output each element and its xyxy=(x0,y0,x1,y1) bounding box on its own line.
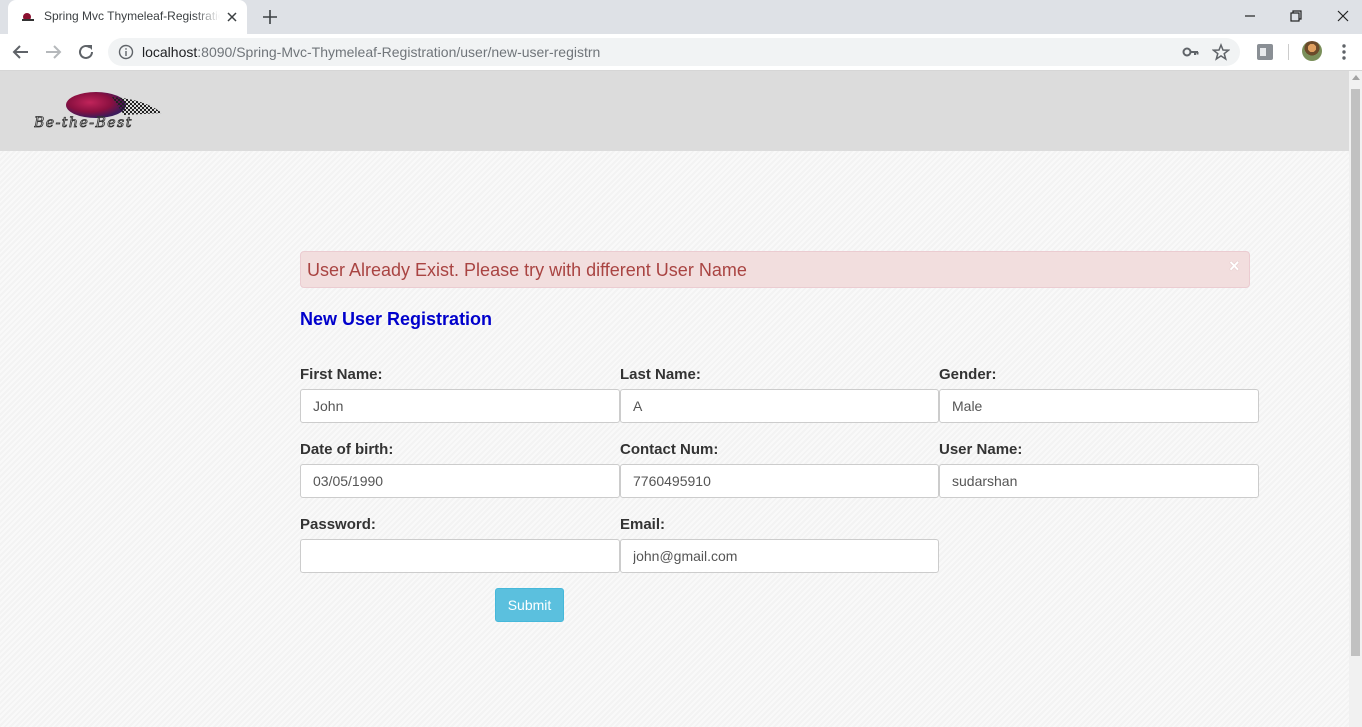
password-label: Password: xyxy=(300,516,376,533)
tab-close-icon[interactable] xyxy=(224,9,240,25)
last-name-input[interactable] xyxy=(620,389,939,423)
error-alert: User Already Exist. Please try with diff… xyxy=(300,251,1250,288)
restore-icon[interactable] xyxy=(1286,6,1306,26)
reload-icon[interactable] xyxy=(75,41,97,63)
bookmark-star-icon[interactable] xyxy=(1212,43,1230,61)
browser-toolbar: localhost:8090/Spring-Mvc-Thymeleaf-Regi… xyxy=(0,34,1362,71)
form-title: New User Registration xyxy=(300,309,493,329)
toolbar-separator xyxy=(1288,44,1289,60)
alert-close-icon[interactable]: × xyxy=(1229,257,1240,275)
logo-text: Be-the-Best xyxy=(34,115,133,131)
address-bar[interactable]: localhost:8090/Spring-Mvc-Thymeleaf-Regi… xyxy=(108,38,1240,66)
site-favicon-icon xyxy=(22,13,34,21)
first-name-label: First Name: xyxy=(300,366,383,383)
menu-kebab-icon[interactable] xyxy=(1336,43,1352,61)
dob-input[interactable] xyxy=(300,464,620,498)
new-tab-icon[interactable] xyxy=(260,7,280,27)
forward-icon[interactable] xyxy=(42,41,64,63)
first-name-input[interactable] xyxy=(300,389,620,423)
profile-avatar[interactable] xyxy=(1302,41,1322,61)
url-host: localhost xyxy=(142,44,198,60)
gender-label: Gender: xyxy=(939,366,997,383)
gender-input[interactable] xyxy=(939,389,1259,423)
submit-button[interactable]: Submit xyxy=(495,588,564,622)
extension-icon[interactable] xyxy=(1255,42,1275,62)
password-input[interactable] xyxy=(300,539,620,573)
close-window-icon[interactable] xyxy=(1333,6,1353,26)
scrollbar-thumb[interactable] xyxy=(1351,89,1360,656)
alert-message: User Already Exist. Please try with diff… xyxy=(307,260,747,280)
username-label: User Name: xyxy=(939,441,1023,458)
email-label: Email: xyxy=(620,516,666,533)
browser-tab[interactable]: Spring Mvc Thymeleaf-Registration xyxy=(8,0,247,34)
back-icon[interactable] xyxy=(10,41,32,63)
site-header: Be-the-Best xyxy=(0,71,1349,151)
minimize-icon[interactable] xyxy=(1240,6,1260,26)
site-logo[interactable]: Be-the-Best xyxy=(34,91,194,131)
scroll-up-icon[interactable] xyxy=(1352,75,1360,80)
site-info-icon[interactable] xyxy=(118,44,134,60)
last-name-label: Last Name: xyxy=(620,366,701,383)
tab-title: Spring Mvc Thymeleaf-Registration xyxy=(44,9,220,23)
url-path: :8090/Spring-Mvc-Thymeleaf-Registration/… xyxy=(197,44,601,60)
url-text[interactable]: localhost:8090/Spring-Mvc-Thymeleaf-Regi… xyxy=(142,44,600,60)
key-icon[interactable] xyxy=(1182,44,1200,60)
tab-strip: Spring Mvc Thymeleaf-Registration xyxy=(0,0,1362,34)
page-scrollbar[interactable] xyxy=(1349,71,1362,727)
contact-num-input[interactable] xyxy=(620,464,939,498)
username-input[interactable] xyxy=(939,464,1259,498)
contact-num-label: Contact Num: xyxy=(620,441,719,458)
page-viewport: Be-the-Best User Already Exist. Please t… xyxy=(0,71,1349,727)
email-input[interactable] xyxy=(620,539,939,573)
dob-label: Date of birth: xyxy=(300,441,394,458)
